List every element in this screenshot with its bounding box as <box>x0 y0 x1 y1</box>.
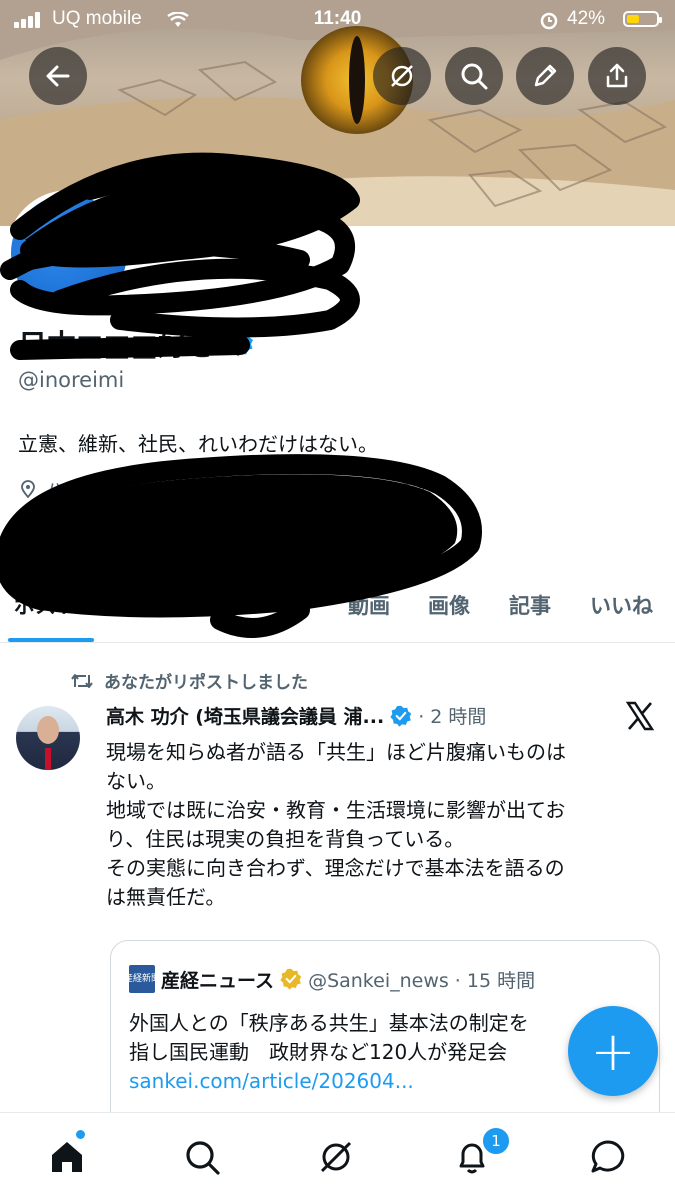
following-count: 1,228 <box>18 531 79 553</box>
grok-icon <box>320 1141 352 1173</box>
search-icon <box>461 63 488 90</box>
edit-icon <box>534 64 557 87</box>
profile-meta: ハマ 2011年11月からXを利用しています <box>18 476 455 502</box>
display-name: 日本■■■好き <box>18 328 217 362</box>
quote-handle-time: @Sankei_news · 15 時間 <box>308 969 536 992</box>
verified-badge-icon <box>226 330 254 357</box>
profile-avatar[interactable] <box>6 190 132 316</box>
notification-badge: 1 <box>481 1126 511 1156</box>
post-header: 高木 功介 (埼玉県議会議員 浦... · 2 時間 <box>106 702 486 729</box>
profile-handle: @inoreimi <box>18 368 125 392</box>
quote-line: 外国人との「秩序ある共生」基本法の制定を <box>129 1011 529 1035</box>
tab-replies[interactable]: 返信 <box>118 590 160 620</box>
post-line: り、住民は現実の負担を背負っている。 <box>106 827 465 851</box>
grok-button[interactable] <box>373 47 431 105</box>
alarm-icon <box>540 12 558 30</box>
post-body: 現場を知らぬ者が語る「共生」ほど片腹痛いものは ない。 地域では既に治安・教育・… <box>106 738 661 912</box>
compose-plus-icon: + <box>590 1019 636 1083</box>
post-line: ない。 <box>106 769 166 793</box>
active-tab-indicator <box>8 638 94 642</box>
sankei-logo: 産経新聞 <box>124 965 160 993</box>
quote-author-name: 産経ニュース <box>161 969 275 992</box>
following-label: フォロー中 <box>84 531 180 553</box>
tab-likes[interactable]: いいね <box>590 590 653 620</box>
compose-button[interactable]: + <box>568 1006 658 1096</box>
repost-indicator: あなたがリポストしました <box>70 668 308 693</box>
nav-grok[interactable] <box>314 1135 358 1179</box>
home-icon <box>52 1142 82 1172</box>
profile-name: 日本■■■好き <box>18 322 254 364</box>
following-link[interactable]: 1,228 フォロー中 <box>18 531 179 553</box>
profile-location: ハマ <box>46 480 82 501</box>
nav-search[interactable] <box>180 1135 224 1179</box>
back-button[interactable] <box>29 47 87 105</box>
tab-posts[interactable]: ポスト <box>14 590 77 620</box>
post-author-name[interactable]: 高木 功介 (埼玉県議会議員 浦... <box>106 702 384 729</box>
chevron-right-icon[interactable] <box>439 481 455 497</box>
nav-home[interactable] <box>45 1135 89 1179</box>
post-line: 地域では既に治安・教育・生活環境に影響が出てお <box>106 798 566 822</box>
calendar-icon <box>106 480 124 498</box>
verified-badge-icon <box>390 705 412 727</box>
location-icon <box>21 480 35 499</box>
message-icon <box>591 1140 625 1173</box>
post-time: · 2 時間 <box>418 706 487 728</box>
edit-button[interactable] <box>516 47 574 105</box>
follow-stats: 1,228 フォロー中 960 フォロワー <box>18 527 350 554</box>
share-button[interactable] <box>588 47 646 105</box>
repost-label: あなたがリポストしました <box>104 673 308 693</box>
followers-link[interactable]: 960 フォロワー <box>209 531 350 553</box>
post-line: は無責任だ。 <box>106 885 226 909</box>
profile-tabs: ポスト 返信 動画 画像 記事 いいね <box>0 578 675 643</box>
quote-line: 指し国民運動 政財界など120人が発足会 <box>129 1040 508 1064</box>
followers-count: 960 <box>209 531 249 553</box>
back-icon <box>46 65 70 87</box>
search-icon <box>186 1141 220 1175</box>
post-author-avatar[interactable] <box>16 706 80 770</box>
battery-icon <box>623 11 662 27</box>
tab-videos[interactable]: 動画 <box>348 590 390 620</box>
quote-body: 外国人との「秩序ある共生」基本法の制定を 指し国民運動 政財界など120人が発足… <box>129 1009 529 1096</box>
share-icon <box>606 63 628 88</box>
profile-joined: 2011年11月からXを利用しています <box>134 480 431 501</box>
bottom-navigation <box>0 1112 675 1201</box>
repost-icon <box>71 673 93 688</box>
tab-images[interactable]: 画像 <box>428 590 470 620</box>
avatar <box>11 195 127 311</box>
post-line: 現場を知らぬ者が語る「共生」ほど片腹痛いものは <box>106 740 566 764</box>
followers-label: フォロワー <box>254 531 350 553</box>
grok-icon <box>391 65 413 87</box>
profile-bio: 立憲、維新、社民、れいわだけはない。 <box>18 432 378 456</box>
battery-percent: 42% <box>567 8 606 29</box>
quote-header: 産経新聞 産経ニュース @Sankei_news · 15 時間 <box>124 965 536 993</box>
nav-messages[interactable] <box>586 1135 630 1179</box>
status-bar: UQ mobile 11:40 42% <box>0 0 675 38</box>
tab-articles[interactable]: 記事 <box>509 590 551 620</box>
x-logo-icon <box>625 701 655 731</box>
post-line: その実態に向き合わず、理念だけで基本法を語るの <box>106 856 565 880</box>
search-button[interactable] <box>445 47 503 105</box>
home-unread-dot <box>76 1130 85 1139</box>
quote-link[interactable]: sankei.com/article/202604... <box>129 1067 529 1096</box>
gold-verified-badge-icon <box>280 968 302 990</box>
